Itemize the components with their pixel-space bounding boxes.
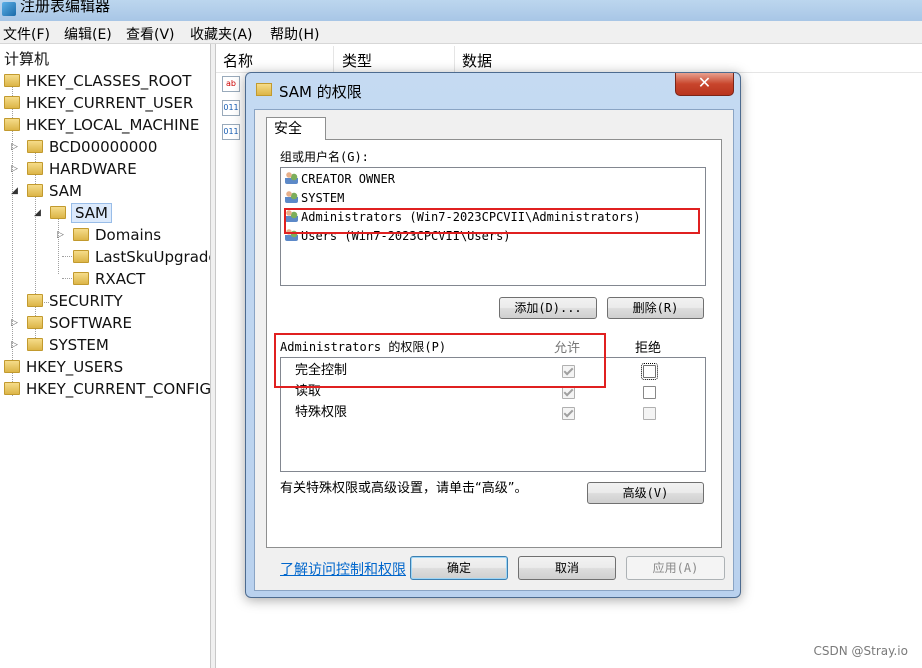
- tree-node-sam[interactable]: ◢ SAM: [11, 180, 82, 202]
- regedit-app-icon: [2, 2, 16, 16]
- registry-tree[interactable]: 计算机 HKEY_CLASSES_ROOT HKEY_CURRENT_USER …: [0, 44, 210, 668]
- binary-value-icon: 011: [222, 124, 240, 140]
- deny-special-checkbox[interactable]: [643, 407, 656, 420]
- folder-icon: [73, 272, 89, 285]
- tree-node-lastsku[interactable]: LastSkuUpgrade: [73, 246, 210, 268]
- menu-help[interactable]: 帮助(H): [270, 24, 319, 44]
- tree-node-sam-sam[interactable]: ◢ SAM: [34, 202, 113, 224]
- tree-node-hkcr[interactable]: HKEY_CLASSES_ROOT: [4, 70, 191, 92]
- folder-icon: [4, 74, 20, 87]
- folder-icon: [73, 228, 89, 241]
- values-list-header: 名称 类型 数据: [216, 46, 922, 73]
- ok-button[interactable]: 确定: [410, 556, 508, 580]
- regedit-title: 注册表编辑器: [20, 0, 111, 15]
- folder-icon: [256, 83, 272, 96]
- help-link[interactable]: 了解访问控制和权限: [280, 559, 406, 579]
- permission-full-control: 完全控制: [295, 363, 348, 378]
- folder-icon: [27, 316, 43, 329]
- permissions-dialog: SAM 的权限 ✕ 安全 组或用户名(G): CREATOR OWNER SYS…: [245, 72, 741, 598]
- tree-node-computer[interactable]: 计算机: [4, 48, 49, 70]
- folder-icon: [4, 382, 20, 395]
- expand-arrow-icon[interactable]: ▷: [11, 312, 18, 334]
- tree-node-bcd[interactable]: ▷ BCD00000000: [11, 136, 157, 158]
- pane-splitter[interactable]: [210, 44, 216, 668]
- list-item-creator-owner[interactable]: CREATOR OWNER: [285, 170, 395, 188]
- menu-view[interactable]: 查看(V): [126, 24, 175, 44]
- folder-icon: [27, 294, 43, 307]
- advanced-button[interactable]: 高级(V): [587, 482, 704, 504]
- allow-full-control-checkbox[interactable]: [562, 365, 575, 378]
- menu-edit[interactable]: 编辑(E): [64, 24, 112, 44]
- tree-node-software[interactable]: ▷ SOFTWARE: [11, 312, 132, 334]
- binary-value-icon: 011: [222, 100, 240, 116]
- user-group-icon: [285, 229, 298, 241]
- user-group-icon: [285, 172, 298, 184]
- column-type[interactable]: 类型: [342, 50, 372, 71]
- folder-icon: [27, 338, 43, 351]
- dialog-title: SAM 的权限: [279, 83, 362, 101]
- expand-arrow-icon[interactable]: ▷: [11, 158, 18, 180]
- menu-favorites[interactable]: 收藏夹(A): [190, 24, 253, 44]
- folder-icon: [4, 118, 20, 131]
- permissions-list[interactable]: 完全控制 读取 特殊权限: [280, 357, 706, 472]
- list-item-users[interactable]: Users (Win7-2023CPCVII\Users): [285, 227, 511, 245]
- cancel-button[interactable]: 取消: [518, 556, 616, 580]
- tree-node-hardware[interactable]: ▷ HARDWARE: [11, 158, 137, 180]
- allow-read-checkbox[interactable]: [562, 386, 575, 399]
- advanced-hint: 有关特殊权限或高级设置，请单击“高级”。: [280, 481, 528, 496]
- tree-node-hkcc[interactable]: HKEY_CURRENT_CONFIG: [4, 378, 210, 400]
- string-value-icon: ab: [222, 76, 240, 92]
- groups-list[interactable]: CREATOR OWNER SYSTEM Administrators (Win…: [280, 167, 706, 286]
- menu-file[interactable]: 文件(F): [3, 24, 50, 44]
- expand-arrow-icon[interactable]: ▷: [57, 224, 64, 246]
- tree-node-rxact[interactable]: RXACT: [73, 268, 145, 290]
- security-tab-pane: 组或用户名(G): CREATOR OWNER SYSTEM Administr…: [266, 139, 722, 548]
- folder-icon: [27, 162, 43, 175]
- tree-node-hklm[interactable]: HKEY_LOCAL_MACHINE: [4, 114, 199, 136]
- watermark: CSDN @Stray.io: [813, 644, 908, 658]
- folder-icon: [27, 184, 43, 197]
- folder-icon: [4, 96, 20, 109]
- tree-node-hkcu[interactable]: HKEY_CURRENT_USER: [4, 92, 193, 114]
- column-name[interactable]: 名称: [223, 50, 253, 71]
- deny-header: 拒绝: [635, 341, 662, 356]
- folder-icon: [27, 140, 43, 153]
- tab-security[interactable]: 安全: [266, 117, 326, 140]
- permission-read: 读取: [295, 384, 322, 399]
- list-item-administrators[interactable]: Administrators (Win7-2023CPCVII\Administ…: [285, 208, 641, 226]
- folder-icon: [73, 250, 89, 263]
- folder-icon: [50, 206, 66, 219]
- close-button[interactable]: ✕: [675, 73, 734, 96]
- allow-header: 允许: [554, 341, 581, 356]
- deny-read-checkbox[interactable]: [643, 386, 656, 399]
- groups-label: 组或用户名(G):: [280, 150, 369, 164]
- collapse-arrow-icon[interactable]: ◢: [34, 202, 41, 224]
- collapse-arrow-icon[interactable]: ◢: [11, 180, 18, 202]
- expand-arrow-icon[interactable]: ▷: [11, 136, 18, 158]
- user-group-icon: [285, 191, 298, 203]
- user-group-icon: [285, 210, 298, 222]
- list-item-system[interactable]: SYSTEM: [285, 189, 344, 207]
- tree-node-system[interactable]: ▷ SYSTEM: [11, 334, 109, 356]
- tree-node-security[interactable]: SECURITY: [27, 290, 123, 312]
- remove-button[interactable]: 删除(R): [607, 297, 704, 319]
- menu-bar: 文件(F) 编辑(E) 查看(V) 收藏夹(A) 帮助(H): [0, 21, 922, 44]
- permission-special: 特殊权限: [295, 405, 348, 420]
- permissions-label: Administrators 的权限(P): [280, 340, 447, 354]
- add-button[interactable]: 添加(D)...: [499, 297, 597, 319]
- dialog-client: 安全 组或用户名(G): CREATOR OWNER SYSTEM Admini…: [254, 109, 734, 591]
- allow-special-checkbox[interactable]: [562, 407, 575, 420]
- expand-arrow-icon[interactable]: ▷: [11, 334, 18, 356]
- tree-node-hku[interactable]: HKEY_USERS: [4, 356, 123, 378]
- apply-button[interactable]: 应用(A): [626, 556, 725, 580]
- deny-full-control-checkbox[interactable]: [641, 363, 658, 380]
- folder-icon: [4, 360, 20, 373]
- column-data[interactable]: 数据: [462, 50, 492, 71]
- tree-node-domains[interactable]: ▷ Domains: [57, 224, 161, 246]
- regedit-titlebar: 注册表编辑器: [0, 0, 922, 21]
